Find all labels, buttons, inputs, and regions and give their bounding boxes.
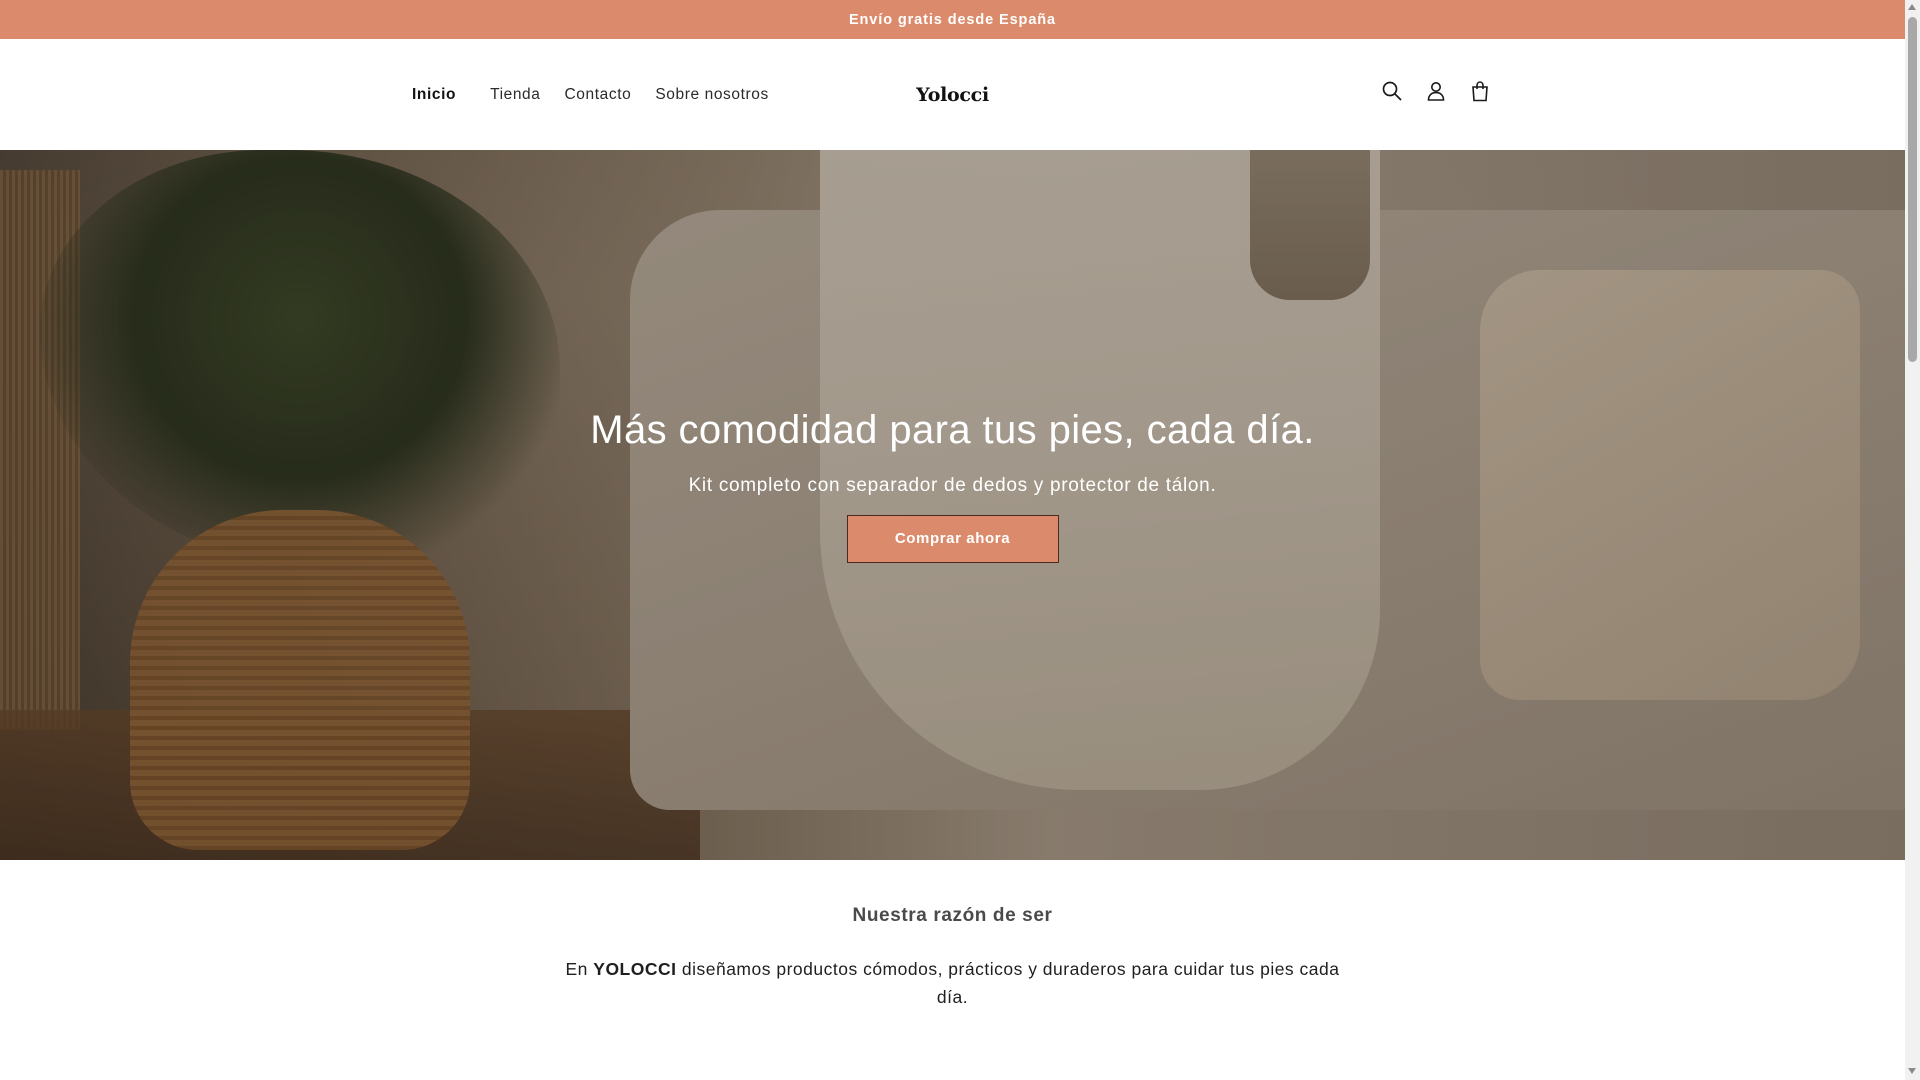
- main-nav: Inicio Tienda Contacto Sobre nosotros: [412, 39, 793, 150]
- nav-item-inicio[interactable]: Inicio: [412, 86, 456, 104]
- logo-wrapper: Yolocci: [0, 39, 1905, 150]
- hero-subtitle: Kit completo con separador de dedos y pr…: [688, 474, 1217, 496]
- about-title: Nuestra razón de ser: [852, 905, 1053, 926]
- about-text-prefix: En: [565, 959, 594, 979]
- site-header: Inicio Tienda Contacto Sobre nosotros Yo…: [0, 39, 1905, 150]
- nav-item-tienda[interactable]: Tienda: [490, 86, 540, 104]
- hero-banner: Más comodidad para tus pies, cada día. K…: [0, 150, 1905, 860]
- scroll-up-arrow-icon[interactable]: [1908, 4, 1916, 10]
- site-logo[interactable]: Yolocci: [916, 84, 989, 106]
- scrollbar-thumb[interactable]: [1908, 17, 1917, 362]
- scroll-down-arrow-icon[interactable]: [1908, 1068, 1916, 1074]
- cart-icon[interactable]: [1468, 79, 1492, 103]
- shop-now-button[interactable]: Comprar ahora: [846, 514, 1059, 563]
- about-text-suffix: diseñamos productos cómodos, prácticos y…: [676, 959, 1340, 1007]
- about-text: En YOLOCCI diseñamos productos cómodos, …: [563, 955, 1343, 1011]
- about-section: Nuestra razón de ser En YOLOCCI diseñamo…: [0, 860, 1905, 1080]
- about-brand: YOLOCCI: [593, 959, 677, 979]
- hero-content: Más comodidad para tus pies, cada día. K…: [0, 150, 1905, 860]
- search-icon[interactable]: [1380, 79, 1404, 103]
- nav-item-sobre-nosotros[interactable]: Sobre nosotros: [655, 86, 769, 104]
- page: Envío gratis desde España Inicio Tienda …: [0, 0, 1905, 1080]
- account-icon[interactable]: [1424, 79, 1448, 103]
- nav-item-contacto[interactable]: Contacto: [565, 86, 632, 104]
- header-icons: [1380, 79, 1492, 103]
- announcement-text: Envío gratis desde España: [848, 11, 1057, 28]
- announcement-bar: Envío gratis desde España: [0, 0, 1905, 39]
- hero-title: Más comodidad para tus pies, cada día.: [590, 407, 1315, 452]
- vertical-scrollbar[interactable]: [1905, 0, 1920, 1080]
